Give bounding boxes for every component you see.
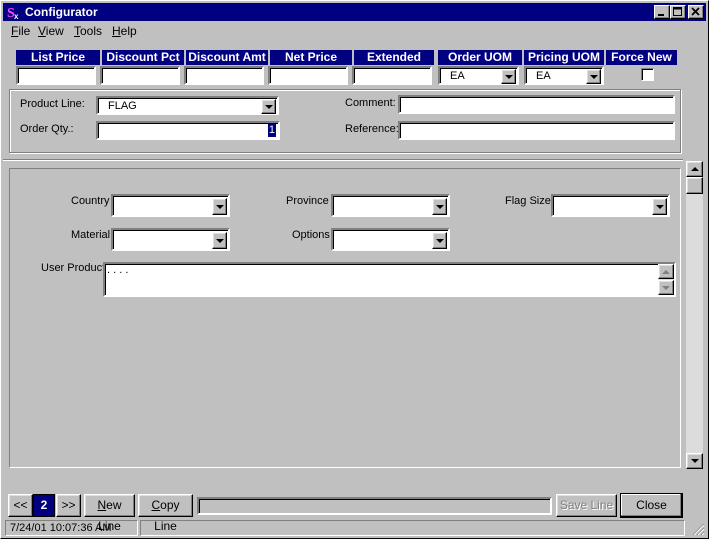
app-icon: S x bbox=[6, 4, 22, 20]
flag-size-label: Flag Size bbox=[505, 195, 551, 207]
country-label: Country bbox=[71, 195, 110, 207]
menu-file[interactable]: File bbox=[11, 24, 30, 38]
maximize-icon bbox=[673, 7, 682, 16]
extended-input[interactable] bbox=[352, 66, 432, 85]
user-product-textarea[interactable]: . . . . bbox=[103, 262, 676, 297]
comment-input[interactable] bbox=[398, 95, 675, 114]
header-discount-amt: Discount Amt bbox=[186, 50, 268, 65]
arrow-down-icon bbox=[662, 286, 670, 290]
save-line-button[interactable]: Save Line bbox=[556, 494, 617, 517]
close-window-button[interactable] bbox=[688, 5, 704, 19]
chevron-down-icon bbox=[656, 205, 664, 209]
header-list-price: List Price bbox=[16, 50, 100, 65]
order-qty-label: Order Qty.: bbox=[20, 123, 74, 135]
copy-line-button[interactable]: Copy Line bbox=[138, 494, 193, 533]
chevron-down-icon bbox=[216, 239, 224, 243]
reference-label: Reference: bbox=[345, 123, 399, 135]
order-qty-value: 1 bbox=[267, 124, 276, 137]
page-number: 2 bbox=[33, 494, 55, 517]
next-page-button[interactable]: >> bbox=[56, 494, 81, 517]
country-select[interactable] bbox=[111, 194, 230, 217]
chevron-down-icon bbox=[216, 205, 224, 209]
header-order-uom: Order UOM bbox=[438, 50, 522, 65]
flag-size-dropdown-button[interactable] bbox=[652, 198, 667, 215]
main-scroll-thumb[interactable] bbox=[686, 177, 703, 194]
close-icon bbox=[691, 7, 700, 16]
product-line-label: Product Line: bbox=[20, 98, 85, 110]
material-select[interactable] bbox=[111, 228, 230, 251]
resize-grip-icon[interactable] bbox=[692, 523, 705, 536]
arrow-down-icon bbox=[691, 459, 699, 463]
discount-pct-input[interactable] bbox=[100, 66, 180, 85]
order-uom-dropdown-button[interactable] bbox=[501, 69, 516, 84]
order-uom-select[interactable]: EA bbox=[438, 66, 519, 85]
pricing-uom-select[interactable]: EA bbox=[524, 66, 604, 85]
chevron-down-icon bbox=[436, 205, 444, 209]
status-panel bbox=[140, 520, 685, 536]
menu-help[interactable]: Help bbox=[112, 24, 137, 38]
scroll-up-button[interactable] bbox=[658, 264, 674, 279]
flag-size-select[interactable] bbox=[551, 194, 670, 217]
menu-view[interactable]: View bbox=[38, 24, 64, 38]
chevron-down-icon bbox=[505, 75, 513, 79]
minimize-button[interactable] bbox=[654, 5, 670, 19]
header-force-new: Force New bbox=[606, 50, 677, 65]
user-product-label: User Product bbox=[41, 262, 106, 274]
product-line-value: FLAG bbox=[108, 100, 137, 112]
reference-input[interactable] bbox=[398, 121, 675, 140]
force-new-checkbox[interactable] bbox=[641, 68, 654, 81]
pricing-uom-dropdown-button[interactable] bbox=[586, 69, 601, 84]
previous-page-button[interactable]: << bbox=[8, 494, 33, 517]
province-select[interactable] bbox=[331, 194, 450, 217]
chevron-down-icon bbox=[590, 75, 598, 79]
title-bar[interactable]: S x Configurator bbox=[3, 3, 706, 21]
net-price-input[interactable] bbox=[268, 66, 348, 85]
menu-tools[interactable]: Tools bbox=[74, 24, 102, 38]
header-discount-pct: Discount Pct bbox=[102, 50, 184, 65]
pricing-uom-value: EA bbox=[536, 70, 551, 82]
country-dropdown-button[interactable] bbox=[212, 198, 227, 215]
minimize-icon bbox=[658, 14, 664, 16]
status-timestamp: 7/24/01 10:07:36 AM bbox=[5, 520, 138, 536]
arrow-up-icon bbox=[691, 167, 699, 171]
order-qty-input[interactable]: 1 bbox=[96, 121, 280, 140]
close-button[interactable]: Close bbox=[620, 493, 683, 518]
main-scroll-down-button[interactable] bbox=[686, 453, 703, 469]
comment-label: Comment: bbox=[345, 97, 396, 109]
discount-amt-input[interactable] bbox=[184, 66, 264, 85]
list-price-input[interactable] bbox=[16, 66, 96, 85]
svg-text:x: x bbox=[14, 12, 19, 20]
province-dropdown-button[interactable] bbox=[432, 198, 447, 215]
user-product-scrollbar[interactable] bbox=[658, 264, 674, 295]
configurator-window: S x Configurator File View Tools Help Li… bbox=[0, 0, 709, 539]
maximize-button[interactable] bbox=[670, 5, 686, 19]
main-scroll-up-button[interactable] bbox=[686, 161, 703, 177]
progress-bar bbox=[197, 497, 552, 515]
new-line-button[interactable]: New Line bbox=[84, 494, 135, 533]
divider bbox=[3, 159, 683, 161]
material-label: Material bbox=[71, 229, 111, 241]
options-label: Options bbox=[292, 229, 330, 241]
user-product-value: . . . . bbox=[107, 264, 129, 276]
arrow-up-icon bbox=[662, 270, 670, 274]
material-dropdown-button[interactable] bbox=[212, 232, 227, 249]
menu-bar: File View Tools Help bbox=[3, 22, 706, 40]
header-extended: Extended bbox=[354, 50, 434, 65]
options-dropdown-button[interactable] bbox=[432, 232, 447, 249]
chevron-down-icon bbox=[436, 239, 444, 243]
header-pricing-uom: Pricing UOM bbox=[524, 50, 604, 65]
order-uom-value: EA bbox=[450, 70, 465, 82]
province-label: Province bbox=[286, 195, 329, 207]
scroll-down-button[interactable] bbox=[658, 280, 674, 295]
options-select[interactable] bbox=[331, 228, 450, 251]
header-net-price: Net Price bbox=[270, 50, 352, 65]
product-line-select[interactable]: FLAG bbox=[96, 96, 279, 115]
chevron-down-icon bbox=[265, 105, 273, 109]
product-line-dropdown-button[interactable] bbox=[261, 99, 276, 114]
window-title: Configurator bbox=[25, 5, 98, 19]
main-vertical-scrollbar[interactable] bbox=[686, 161, 703, 469]
